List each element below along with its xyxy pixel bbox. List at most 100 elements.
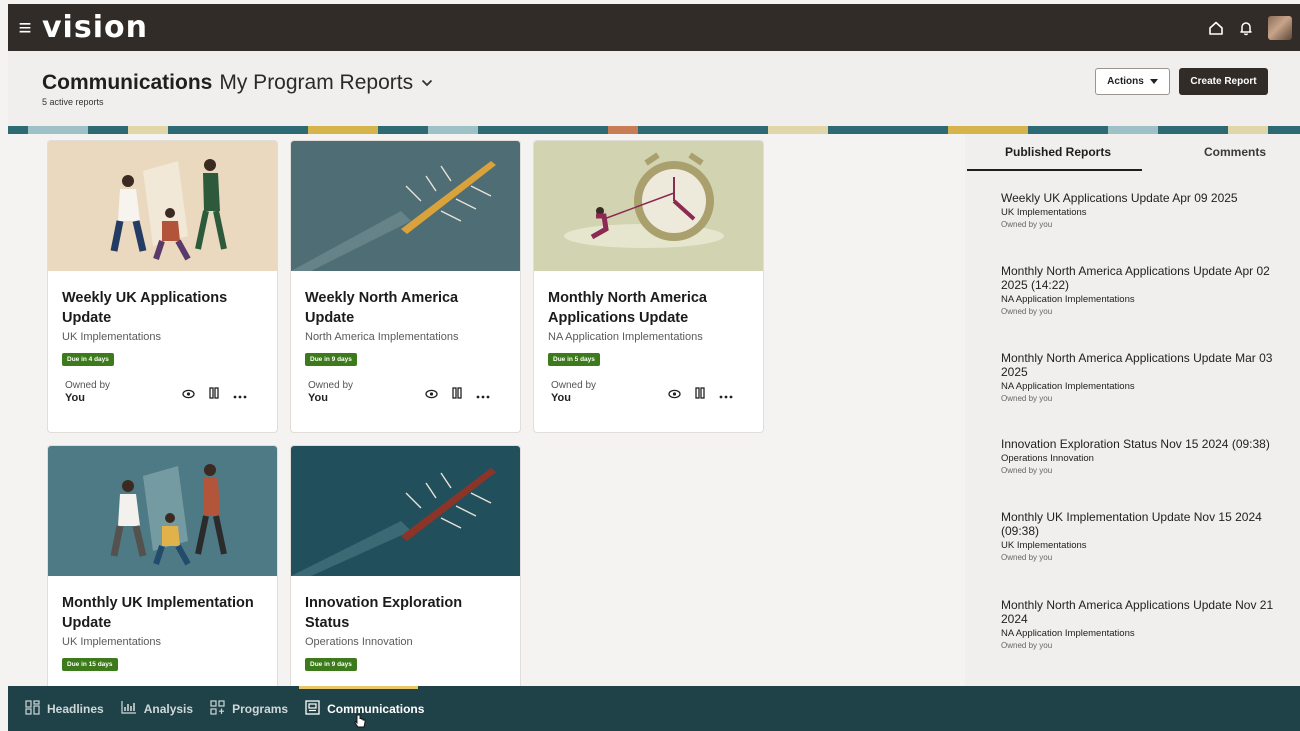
nav-item-programs[interactable]: Programs [210, 686, 288, 731]
published-report-title[interactable]: Weekly UK Applications Update Apr 09 202… [1001, 191, 1281, 205]
published-report-program: UK Implementations [1001, 207, 1087, 218]
published-report-program: NA Application Implementations [1001, 628, 1135, 639]
report-card-footer: Owned by You [305, 377, 506, 417]
report-card-illustration [291, 141, 520, 271]
report-card-program: Operations Innovation [305, 636, 413, 648]
view-icon[interactable] [668, 386, 681, 404]
report-card[interactable]: Weekly UK Applications Update UK Impleme… [47, 140, 278, 433]
nav-item-label: Programs [232, 701, 289, 716]
owner-name: You [551, 392, 571, 404]
top-bar: ≡ vision [8, 4, 1300, 51]
columns-icon[interactable] [209, 386, 219, 404]
published-report-item[interactable]: Monthly North America Applications Updat… [1001, 598, 1281, 650]
report-card-actions [668, 386, 733, 404]
published-report-title[interactable]: Monthly North America Applications Updat… [1001, 264, 1281, 292]
published-report-item[interactable]: Monthly North America Applications Updat… [1001, 351, 1281, 403]
bottom-navigation: Headlines Analysis Programs Communicatio… [8, 686, 1300, 731]
create-report-button[interactable]: Create Report [1179, 68, 1268, 95]
due-date-badge: Due in 9 days [305, 658, 357, 671]
due-date-badge: Due in 15 days [62, 658, 118, 671]
due-date-badge: Due in 9 days [305, 353, 357, 366]
report-card-title[interactable]: Innovation Exploration Status [305, 593, 506, 633]
active-report-count: 5 active reports [42, 97, 104, 107]
report-card[interactable]: Monthly UK Implementation Update UK Impl… [47, 445, 278, 695]
published-report-owner: Owned by you [1001, 553, 1053, 562]
chart-icon [121, 700, 137, 717]
report-card-title[interactable]: Monthly UK Implementation Update [62, 593, 263, 633]
vision-logo[interactable]: vision [42, 10, 148, 45]
published-report-item[interactable]: Innovation Exploration Status Nov 15 202… [1001, 437, 1281, 475]
published-report-owner: Owned by you [1001, 466, 1053, 475]
report-card-actions [425, 386, 490, 404]
report-card[interactable]: Weekly North America Update North Americ… [290, 140, 521, 433]
page-title-bold: Communications [42, 71, 213, 94]
bell-icon[interactable] [1238, 20, 1254, 36]
more-options-icon[interactable] [719, 386, 733, 404]
nav-item-headlines[interactable]: Headlines [25, 686, 104, 731]
published-report-title[interactable]: Innovation Exploration Status Nov 15 202… [1001, 437, 1281, 451]
page-title[interactable]: Communications My Program Reports [42, 71, 433, 95]
published-reports-panel: Published Reports Comments Weekly UK App… [965, 134, 1300, 686]
owned-by-label: Owned by [551, 380, 597, 391]
nav-item-label: Headlines [47, 701, 104, 716]
caret-down-icon [1149, 76, 1158, 87]
owned-by-label: Owned by [308, 380, 354, 391]
active-nav-indicator [299, 686, 419, 689]
published-report-title[interactable]: Monthly North America Applications Updat… [1001, 598, 1281, 626]
actions-button-label: Actions [1107, 76, 1144, 87]
view-icon[interactable] [182, 386, 195, 404]
report-card-illustration [534, 141, 763, 271]
hamburger-icon[interactable]: ≡ [14, 15, 36, 41]
report-card[interactable]: Innovation Exploration Status Operations… [290, 445, 521, 695]
due-date-badge: Due in 4 days [62, 353, 114, 366]
nav-item-analysis[interactable]: Analysis [121, 686, 193, 731]
owner-name: You [65, 392, 85, 404]
active-tab-indicator [967, 169, 1142, 171]
report-card-illustration [48, 446, 277, 576]
published-report-item[interactable]: Monthly UK Implementation Update Nov 15 … [1001, 510, 1281, 562]
columns-icon[interactable] [452, 386, 462, 404]
nav-item-label: Analysis [143, 701, 194, 716]
report-card-actions [182, 386, 247, 404]
report-card-title[interactable]: Monthly North America Applications Updat… [548, 288, 749, 328]
communications-icon [305, 699, 320, 718]
published-report-owner: Owned by you [1001, 307, 1053, 316]
actions-button[interactable]: Actions [1095, 68, 1170, 95]
tab-comments[interactable]: Comments [1204, 145, 1266, 159]
report-card-title[interactable]: Weekly UK Applications Update [62, 288, 263, 328]
report-card-footer: Owned by You [62, 377, 263, 417]
published-report-owner: Owned by you [1001, 394, 1053, 403]
report-card-program: UK Implementations [62, 331, 162, 343]
report-card-title[interactable]: Weekly North America Update [305, 288, 506, 328]
published-report-item[interactable]: Monthly North America Applications Updat… [1001, 264, 1281, 316]
report-card-program: NA Application Implementations [548, 331, 703, 343]
report-card-illustration [48, 141, 277, 271]
page-title-view: My Program Reports [219, 71, 414, 94]
published-report-owner: Owned by you [1001, 641, 1053, 650]
columns-icon[interactable] [695, 386, 705, 404]
due-date-badge: Due in 5 days [548, 353, 600, 366]
dashboard-icon [25, 699, 40, 718]
report-card-program: UK Implementations [62, 636, 162, 648]
published-report-program: NA Application Implementations [1001, 294, 1135, 305]
report-card-illustration [291, 446, 520, 576]
nav-item-label: Communications [327, 701, 425, 716]
hand-cursor-icon [354, 714, 366, 731]
report-card[interactable]: Monthly North America Applications Updat… [533, 140, 764, 433]
more-options-icon[interactable] [476, 386, 490, 404]
published-report-title[interactable]: Monthly North America Applications Updat… [1001, 351, 1281, 379]
report-card-program: North America Implementations [305, 331, 459, 343]
owned-by-label: Owned by [65, 380, 111, 391]
published-report-item[interactable]: Weekly UK Applications Update Apr 09 202… [1001, 191, 1281, 229]
view-icon[interactable] [425, 386, 438, 404]
published-report-program: UK Implementations [1001, 540, 1087, 551]
published-report-title[interactable]: Monthly UK Implementation Update Nov 15 … [1001, 510, 1281, 538]
home-icon[interactable] [1208, 20, 1224, 36]
programs-icon [210, 699, 225, 718]
page-header: Communications My Program Reports 5 acti… [8, 51, 1300, 126]
more-options-icon[interactable] [233, 386, 247, 404]
user-avatar[interactable] [1268, 15, 1292, 40]
tab-published-reports[interactable]: Published Reports [1005, 145, 1111, 159]
report-card-footer: Owned by You [548, 377, 749, 417]
chevron-down-icon[interactable] [421, 74, 433, 92]
